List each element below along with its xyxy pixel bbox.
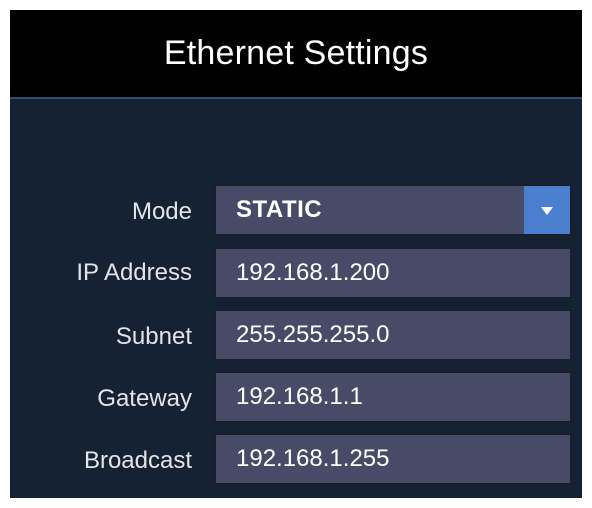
gateway-label: Gateway [97, 385, 192, 412]
broadcast-field[interactable]: 192.168.1.255 [214, 433, 572, 485]
triangle-down-icon [541, 207, 553, 215]
gateway-field[interactable]: 192.168.1.1 [214, 371, 572, 423]
ip-address-field[interactable]: 192.168.1.200 [214, 247, 572, 299]
mode-select-value: STATIC [236, 196, 323, 223]
title-bar: Ethernet Settings [10, 10, 582, 99]
broadcast-label: Broadcast [83, 447, 192, 474]
subnet-label: Subnet [115, 323, 192, 350]
mode-label: Mode [131, 198, 192, 225]
ip-address-label: IP Address [76, 259, 192, 286]
subnet-field[interactable]: 255.255.255.0 [214, 309, 572, 361]
page-title: Ethernet Settings [163, 34, 429, 72]
ethernet-settings-panel: Ethernet Settings Mode STATIC IP Address… [10, 10, 582, 498]
mode-select[interactable]: STATIC [214, 184, 572, 236]
mode-dropdown-button[interactable] [524, 186, 570, 234]
